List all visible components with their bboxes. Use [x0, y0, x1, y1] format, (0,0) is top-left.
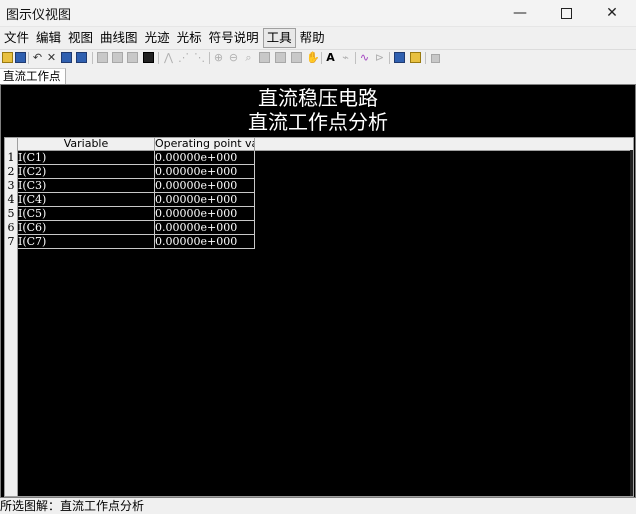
row-number[interactable]: 2 [5, 165, 17, 178]
table-cell-value[interactable]: 0.00000e+000 [155, 165, 255, 179]
menu-help[interactable]: 帮助 [297, 28, 328, 48]
table-cell-value[interactable]: 0.00000e+000 [155, 193, 255, 207]
paste-graph-icon[interactable] [410, 52, 421, 63]
paste-icon[interactable] [76, 52, 87, 63]
table-cell-value[interactable]: 0.00000e+000 [155, 151, 255, 165]
table-cell-value[interactable]: 0.00000e+000 [155, 207, 255, 221]
graph-subtitle: 直流工作点分析 [248, 110, 388, 134]
cursor-next-icon[interactable]: ⋰ [178, 52, 189, 63]
copy-graph-icon[interactable] [394, 52, 405, 63]
menu-tools[interactable]: 工具 [262, 28, 296, 48]
table-cell-value[interactable]: 0.00000e+000 [155, 179, 255, 193]
menu-bar: 文件 编辑 视图 曲线图 光迹 光标 符号说明 工具 帮助 [0, 27, 636, 49]
zoom-x-icon[interactable] [275, 52, 286, 63]
row-number[interactable]: 5 [5, 207, 17, 220]
pan-icon[interactable]: ✋ [306, 52, 320, 63]
zoom-full-icon[interactable] [259, 52, 270, 63]
cursor-prev-icon[interactable]: ⋱ [194, 52, 205, 63]
maximize-button[interactable] [543, 0, 589, 26]
column-header-row: Variable Operating point value [5, 138, 633, 151]
trace-properties-icon[interactable]: ∿ [359, 52, 370, 63]
menu-cursor[interactable]: 光标 [174, 28, 205, 48]
status-bar: 所选图解：直流工作点分析 [0, 498, 636, 514]
menu-file[interactable]: 文件 [1, 28, 32, 48]
grid-icon[interactable] [97, 52, 108, 63]
select-icon[interactable] [127, 52, 138, 63]
toolbar-separator [209, 52, 210, 64]
stop-icon[interactable] [431, 54, 440, 63]
menu-legend[interactable]: 符号说明 [206, 28, 262, 48]
graph-area[interactable]: 直流稳压电路 直流工作点分析 Variable Operating point … [0, 84, 636, 498]
toolbar-separator [389, 52, 390, 64]
toolbar-separator [28, 52, 29, 64]
menu-edit[interactable]: 编辑 [33, 28, 64, 48]
row-number[interactable]: 3 [5, 179, 17, 192]
graph-title: 直流稳压电路 [258, 86, 378, 110]
table-cell-variable[interactable]: I(C4) [18, 193, 155, 207]
table-cell-variable[interactable]: I(C2) [18, 165, 155, 179]
undo-icon[interactable]: ↶ [32, 52, 43, 63]
results-grid[interactable]: Variable Operating point value 1 I(C1) 0… [4, 137, 634, 497]
table-cell-value[interactable]: 0.00000e+000 [155, 221, 255, 235]
column-header-variable[interactable]: Variable [18, 138, 155, 150]
window-title: 图示仪视图 [6, 8, 72, 23]
status-text: 所选图解：直流工作点分析 [0, 499, 145, 513]
close-icon: ✕ [606, 5, 618, 21]
toolbar: ↶ ✕ ⋀ ⋰ ⋱ ⊕ ⊖ ⌕ ✋ A ⌁ ∿ ⊳ [0, 49, 636, 69]
menu-view[interactable]: 视图 [65, 28, 96, 48]
row-number[interactable]: 1 [5, 151, 17, 164]
cursor-icon[interactable]: ⋀ [163, 52, 174, 63]
table-cell-variable[interactable]: I(C5) [18, 207, 155, 221]
tab-strip: 直流工作点 [0, 68, 636, 84]
column-header-value[interactable]: Operating point value [155, 138, 255, 150]
maximize-icon [560, 7, 572, 19]
row-number[interactable]: 7 [5, 235, 17, 248]
row-number[interactable]: 4 [5, 193, 17, 206]
minimize-icon: — [513, 5, 527, 21]
toolbar-separator [158, 52, 159, 64]
minimize-button[interactable]: — [497, 0, 543, 26]
title-bar: 图示仪视图 — ✕ [0, 0, 636, 27]
marker-icon[interactable]: ⊳ [374, 52, 385, 63]
display-icon[interactable] [143, 52, 154, 63]
table-cell-variable[interactable]: I(C3) [18, 179, 155, 193]
zoom-y-icon[interactable] [291, 52, 302, 63]
zoom-in-icon[interactable]: ⊕ [213, 52, 224, 63]
toolbar-separator [355, 52, 356, 64]
menu-trace[interactable]: 光迹 [142, 28, 173, 48]
table-cell-variable[interactable]: I(C7) [18, 235, 155, 249]
open-folder-icon[interactable] [2, 52, 13, 63]
menu-graph[interactable]: 曲线图 [97, 28, 141, 48]
vertical-scrollbar[interactable] [630, 150, 633, 496]
table-cell-value[interactable]: 0.00000e+000 [155, 235, 255, 249]
background-icon[interactable] [112, 52, 123, 63]
copy-icon[interactable] [61, 52, 72, 63]
table-cell-variable[interactable]: I(C6) [18, 221, 155, 235]
close-button[interactable]: ✕ [589, 0, 635, 26]
delete-icon[interactable]: ✕ [46, 52, 57, 63]
row-number[interactable]: 6 [5, 221, 17, 234]
toolbar-separator [321, 52, 322, 64]
tab-dc-operating-point[interactable]: 直流工作点 [0, 68, 66, 84]
text-icon[interactable]: A [325, 52, 336, 63]
zoom-out-icon[interactable]: ⊖ [228, 52, 239, 63]
zoom-area-icon[interactable]: ⌕ [243, 52, 254, 63]
toolbar-separator [92, 52, 93, 64]
label-icon[interactable]: ⌁ [340, 52, 351, 63]
save-icon[interactable] [15, 52, 26, 63]
toolbar-separator [425, 52, 426, 64]
table-cell-variable[interactable]: I(C1) [18, 151, 155, 165]
